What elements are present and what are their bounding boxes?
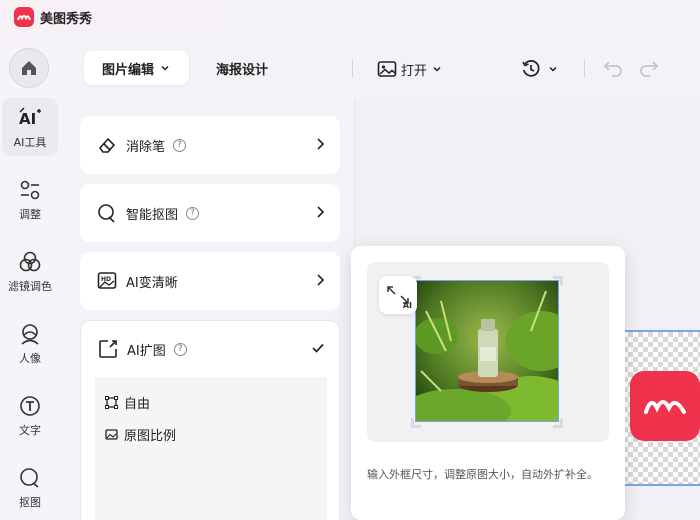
open-button[interactable]: 打开	[377, 57, 443, 81]
tab-label: 图片编辑	[101, 62, 154, 78]
help-icon[interactable]: ?	[173, 138, 187, 152]
rail-item-adjust[interactable]: 调整	[2, 170, 58, 228]
chevron-down-icon	[433, 66, 441, 72]
chevron-down-icon	[161, 65, 169, 71]
tools-panel: 消除笔 ? 智能抠图 ? HD AI变清晰 AI扩图 ? 自由 原图比例	[66, 98, 348, 520]
crop-handle	[553, 276, 563, 286]
portrait-icon	[17, 321, 43, 347]
divider	[584, 60, 585, 78]
tool-ai-expand-card[interactable]: AI扩图 ? 自由 原图比例	[80, 320, 340, 520]
rail-item-portrait[interactable]: 人像	[2, 314, 58, 372]
svg-text:AI: AI	[19, 110, 36, 128]
tool-smart-cutout-card[interactable]: 智能抠图 ?	[80, 184, 340, 242]
app-logo-icon	[14, 7, 34, 27]
image-ratio-icon	[105, 429, 118, 440]
redo-button[interactable]	[638, 58, 660, 82]
tooltip-preview: AI	[367, 262, 609, 442]
chevron-right-icon	[317, 274, 325, 286]
ai-badge-text: AI	[402, 301, 412, 310]
rail-item-ai-tools[interactable]: AI AI工具	[2, 98, 58, 156]
chevron-right-icon	[317, 206, 325, 218]
home-button[interactable]	[9, 48, 49, 88]
left-rail: AI AI工具 调整 滤镜调色 人像 文字 抠图	[0, 34, 66, 520]
canvas-image-logo[interactable]	[630, 371, 700, 441]
ai-wand-icon: AI	[17, 105, 43, 131]
help-icon[interactable]: ?	[173, 342, 187, 356]
tab-label: 海报设计	[216, 62, 269, 78]
rail-item-label: 调整	[19, 207, 41, 221]
option-label: 原图比例	[124, 429, 177, 444]
rail-item-label: 抠图	[19, 495, 41, 509]
rail-item-text[interactable]: 文字	[2, 386, 58, 444]
tool-eraser-card[interactable]: 消除笔 ?	[80, 116, 340, 174]
tool-ai-expand-header[interactable]: AI扩图 ?	[81, 321, 339, 377]
history-button[interactable]	[521, 57, 559, 81]
tooltip-description: 输入外框尺寸，调整原图大小，自动外扩补全。	[367, 468, 598, 481]
rail-item-label: 滤镜调色	[8, 279, 52, 293]
option-label: 自由	[124, 397, 151, 412]
tab-poster-design[interactable]: 海报设计	[216, 51, 268, 85]
expand-image-icon	[97, 338, 119, 360]
free-crop-icon	[105, 396, 118, 409]
tool-label: AI变清晰	[126, 275, 178, 291]
tool-ai-enhance-card[interactable]: HD AI变清晰	[80, 252, 340, 310]
open-label: 打开	[401, 63, 428, 79]
undo-button[interactable]	[602, 58, 624, 82]
tool-label: AI扩图	[127, 343, 166, 359]
divider	[352, 60, 353, 78]
chevron-down-icon	[549, 66, 557, 72]
expand-options: 自由 原图比例	[95, 377, 327, 520]
ai-expand-badge: AI	[379, 276, 417, 314]
checkmark-icon	[312, 343, 324, 353]
hd-image-icon: HD	[96, 270, 118, 292]
text-icon	[17, 393, 43, 419]
history-icon	[522, 60, 540, 77]
rail-item-label: 人像	[19, 351, 41, 365]
eraser-icon	[96, 134, 118, 156]
rail-item-filters[interactable]: 滤镜调色	[2, 242, 58, 300]
option-free[interactable]: 自由	[105, 393, 150, 412]
adjust-sliders-icon	[17, 177, 43, 203]
smart-cutout-icon	[96, 202, 118, 224]
ai-expand-tooltip: AI 输入外框尺寸，调整原图大小，自动外扩补全。	[351, 246, 625, 520]
option-original-ratio[interactable]: 原图比例	[105, 425, 176, 444]
tool-label: 消除笔	[126, 139, 166, 155]
redo-icon	[640, 61, 659, 77]
tool-label: 智能抠图	[126, 207, 179, 223]
app-title: 美图秀秀	[40, 11, 93, 27]
rail-item-label: 文字	[19, 423, 41, 437]
title-bar: 美图秀秀	[0, 0, 700, 34]
chevron-right-icon	[317, 138, 325, 150]
image-open-icon	[377, 61, 397, 77]
crop-handle	[553, 418, 563, 428]
undo-icon	[603, 61, 622, 77]
preview-photo	[415, 280, 559, 422]
filter-circles-icon	[17, 249, 43, 275]
crop-handle	[411, 418, 421, 428]
cutout-icon	[17, 465, 43, 491]
help-icon[interactable]: ?	[186, 206, 200, 220]
rail-item-label: AI工具	[13, 135, 47, 149]
rail-item-cutout[interactable]: 抠图	[2, 458, 58, 516]
tab-image-edit[interactable]: 图片编辑	[84, 51, 189, 85]
home-icon	[22, 61, 36, 75]
top-toolbar: 图片编辑 海报设计 打开	[66, 40, 700, 98]
